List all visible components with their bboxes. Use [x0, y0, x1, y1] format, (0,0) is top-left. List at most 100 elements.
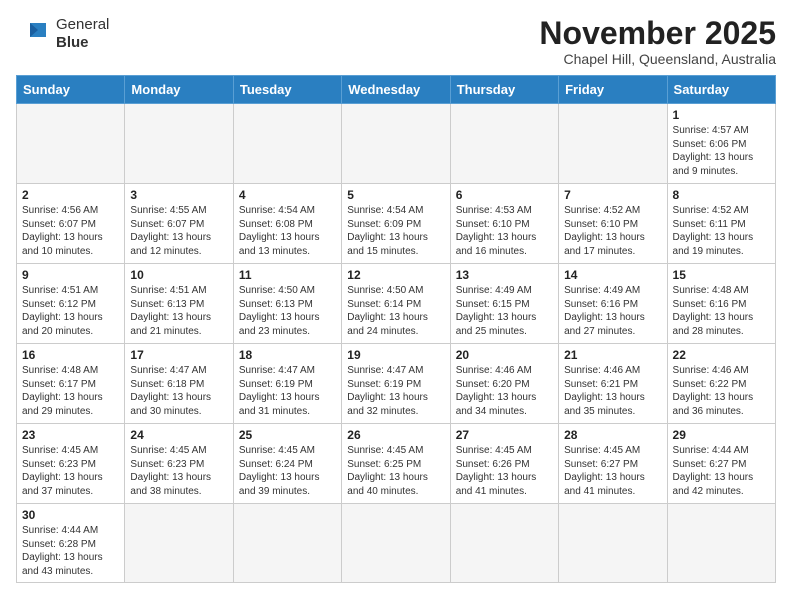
- day-number: 6: [456, 188, 553, 202]
- day-number: 26: [347, 428, 444, 442]
- day-info: Sunrise: 4:47 AM Sunset: 6:19 PM Dayligh…: [347, 364, 444, 418]
- day-number: 24: [130, 428, 227, 442]
- calendar-cell: 19 Sunrise: 4:47 AM Sunset: 6:19 PM Dayli…: [342, 344, 450, 424]
- calendar-header-row: Sunday Monday Tuesday Wednesday Thursday…: [17, 76, 776, 104]
- calendar-cell: [233, 504, 341, 583]
- col-saturday: Saturday: [667, 76, 775, 104]
- calendar-cell: 2Sunrise: 4:56 AM Sunset: 6:07 PM Daylig…: [17, 184, 125, 264]
- calendar-cell: 29 Sunrise: 4:44 AM Sunset: 6:27 PM Dayli…: [667, 424, 775, 504]
- day-number: 8: [673, 188, 770, 202]
- day-info: Sunrise: 4:52 AM Sunset: 6:11 PM Dayligh…: [673, 204, 770, 258]
- calendar-cell: 21 Sunrise: 4:46 AM Sunset: 6:21 PM Dayli…: [559, 344, 667, 424]
- day-info: Sunrise: 4:45 AM Sunset: 6:24 PM Dayligh…: [239, 444, 336, 498]
- calendar-cell: 30 Sunrise: 4:44 AM Sunset: 6:28 PM Dayli…: [17, 504, 125, 583]
- calendar-week-5: 30 Sunrise: 4:44 AM Sunset: 6:28 PM Dayli…: [17, 504, 776, 583]
- calendar-cell: 9 Sunrise: 4:51 AM Sunset: 6:12 PM Daylig…: [17, 264, 125, 344]
- calendar-week-4: 23 Sunrise: 4:45 AM Sunset: 6:23 PM Dayli…: [17, 424, 776, 504]
- calendar-cell: 23 Sunrise: 4:45 AM Sunset: 6:23 PM Dayli…: [17, 424, 125, 504]
- col-friday: Friday: [559, 76, 667, 104]
- day-number: 1: [673, 108, 770, 122]
- day-number: 27: [456, 428, 553, 442]
- day-info: Sunrise: 4:57 AM Sunset: 6:06 PM Dayligh…: [673, 124, 770, 178]
- day-number: 21: [564, 348, 661, 362]
- calendar-cell: 16Sunrise: 4:48 AM Sunset: 6:17 PM Dayli…: [17, 344, 125, 424]
- day-info: Sunrise: 4:54 AM Sunset: 6:09 PM Dayligh…: [347, 204, 444, 258]
- day-number: 25: [239, 428, 336, 442]
- calendar-week-3: 16Sunrise: 4:48 AM Sunset: 6:17 PM Dayli…: [17, 344, 776, 424]
- calendar-cell: 1 Sunrise: 4:57 AM Sunset: 6:06 PM Daylig…: [667, 104, 775, 184]
- calendar-cell: 25 Sunrise: 4:45 AM Sunset: 6:24 PM Dayli…: [233, 424, 341, 504]
- col-wednesday: Wednesday: [342, 76, 450, 104]
- calendar-cell: 3Sunrise: 4:55 AM Sunset: 6:07 PM Daylig…: [125, 184, 233, 264]
- calendar-cell: [667, 504, 775, 583]
- day-info: Sunrise: 4:45 AM Sunset: 6:23 PM Dayligh…: [130, 444, 227, 498]
- day-info: Sunrise: 4:45 AM Sunset: 6:26 PM Dayligh…: [456, 444, 553, 498]
- calendar-cell: 12 Sunrise: 4:50 AM Sunset: 6:14 PM Dayli…: [342, 264, 450, 344]
- day-number: 29: [673, 428, 770, 442]
- calendar-cell: [17, 104, 125, 184]
- calendar-cell: 6 Sunrise: 4:53 AM Sunset: 6:10 PM Daylig…: [450, 184, 558, 264]
- calendar-cell: 14Sunrise: 4:49 AM Sunset: 6:16 PM Dayli…: [559, 264, 667, 344]
- day-number: 28: [564, 428, 661, 442]
- calendar-cell: 26Sunrise: 4:45 AM Sunset: 6:25 PM Dayli…: [342, 424, 450, 504]
- day-number: 17: [130, 348, 227, 362]
- day-number: 14: [564, 268, 661, 282]
- calendar-cell: [559, 504, 667, 583]
- calendar-cell: 10 Sunrise: 4:51 AM Sunset: 6:13 PM Dayli…: [125, 264, 233, 344]
- day-number: 12: [347, 268, 444, 282]
- calendar-cell: 15Sunrise: 4:48 AM Sunset: 6:16 PM Dayli…: [667, 264, 775, 344]
- col-monday: Monday: [125, 76, 233, 104]
- day-number: 16: [22, 348, 119, 362]
- day-info: Sunrise: 4:51 AM Sunset: 6:12 PM Dayligh…: [22, 284, 119, 338]
- logo-icon: [16, 19, 52, 49]
- calendar-cell: 8 Sunrise: 4:52 AM Sunset: 6:11 PM Daylig…: [667, 184, 775, 264]
- calendar-cell: [559, 104, 667, 184]
- day-number: 23: [22, 428, 119, 442]
- day-info: Sunrise: 4:49 AM Sunset: 6:15 PM Dayligh…: [456, 284, 553, 338]
- day-info: Sunrise: 4:54 AM Sunset: 6:08 PM Dayligh…: [239, 204, 336, 258]
- day-info: Sunrise: 4:45 AM Sunset: 6:23 PM Dayligh…: [22, 444, 119, 498]
- day-info: Sunrise: 4:50 AM Sunset: 6:14 PM Dayligh…: [347, 284, 444, 338]
- title-block: November 2025 Chapel Hill, Queensland, A…: [539, 16, 776, 67]
- day-info: Sunrise: 4:46 AM Sunset: 6:20 PM Dayligh…: [456, 364, 553, 418]
- day-number: 11: [239, 268, 336, 282]
- calendar-cell: 4 Sunrise: 4:54 AM Sunset: 6:08 PM Daylig…: [233, 184, 341, 264]
- day-info: Sunrise: 4:55 AM Sunset: 6:07 PM Dayligh…: [130, 204, 227, 258]
- day-number: 9: [22, 268, 119, 282]
- day-number: 30: [22, 508, 119, 522]
- day-info: Sunrise: 4:51 AM Sunset: 6:13 PM Dayligh…: [130, 284, 227, 338]
- day-number: 7: [564, 188, 661, 202]
- calendar-cell: [342, 104, 450, 184]
- month-title: November 2025: [539, 16, 776, 51]
- calendar-cell: [342, 504, 450, 583]
- logo: GeneralBlue: [16, 16, 109, 52]
- calendar-cell: [233, 104, 341, 184]
- day-info: Sunrise: 4:53 AM Sunset: 6:10 PM Dayligh…: [456, 204, 553, 258]
- calendar-cell: 13 Sunrise: 4:49 AM Sunset: 6:15 PM Dayli…: [450, 264, 558, 344]
- day-number: 19: [347, 348, 444, 362]
- calendar-cell: 22 Sunrise: 4:46 AM Sunset: 6:22 PM Dayli…: [667, 344, 775, 424]
- day-info: Sunrise: 4:46 AM Sunset: 6:22 PM Dayligh…: [673, 364, 770, 418]
- day-info: Sunrise: 4:48 AM Sunset: 6:16 PM Dayligh…: [673, 284, 770, 338]
- calendar-cell: [450, 104, 558, 184]
- day-number: 4: [239, 188, 336, 202]
- day-number: 10: [130, 268, 227, 282]
- calendar-week-0: 1 Sunrise: 4:57 AM Sunset: 6:06 PM Daylig…: [17, 104, 776, 184]
- day-info: Sunrise: 4:47 AM Sunset: 6:18 PM Dayligh…: [130, 364, 227, 418]
- day-number: 22: [673, 348, 770, 362]
- calendar-cell: 24 Sunrise: 4:45 AM Sunset: 6:23 PM Dayli…: [125, 424, 233, 504]
- calendar-week-2: 9 Sunrise: 4:51 AM Sunset: 6:12 PM Daylig…: [17, 264, 776, 344]
- location-subtitle: Chapel Hill, Queensland, Australia: [539, 51, 776, 67]
- calendar-cell: 18Sunrise: 4:47 AM Sunset: 6:19 PM Dayli…: [233, 344, 341, 424]
- calendar-cell: 28Sunrise: 4:45 AM Sunset: 6:27 PM Dayli…: [559, 424, 667, 504]
- calendar-cell: [125, 504, 233, 583]
- day-info: Sunrise: 4:50 AM Sunset: 6:13 PM Dayligh…: [239, 284, 336, 338]
- calendar-cell: 17 Sunrise: 4:47 AM Sunset: 6:18 PM Dayli…: [125, 344, 233, 424]
- day-number: 13: [456, 268, 553, 282]
- page-header: GeneralBlue November 2025 Chapel Hill, Q…: [16, 16, 776, 67]
- day-info: Sunrise: 4:44 AM Sunset: 6:28 PM Dayligh…: [22, 524, 119, 578]
- day-info: Sunrise: 4:46 AM Sunset: 6:21 PM Dayligh…: [564, 364, 661, 418]
- logo-text: GeneralBlue: [56, 16, 109, 52]
- calendar-cell: 20Sunrise: 4:46 AM Sunset: 6:20 PM Dayli…: [450, 344, 558, 424]
- day-info: Sunrise: 4:44 AM Sunset: 6:27 PM Dayligh…: [673, 444, 770, 498]
